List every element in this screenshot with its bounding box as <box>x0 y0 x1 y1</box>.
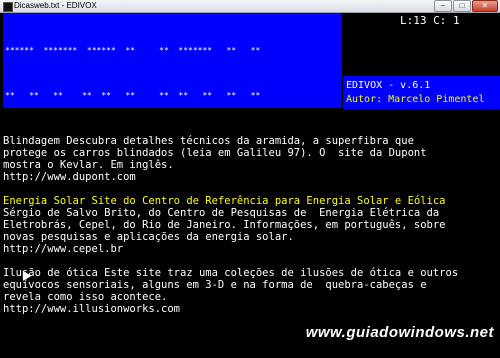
document-text-area[interactable]: Blindagem Descubra detalhes técnicos da … <box>3 135 497 327</box>
minimize-button[interactable]: – <box>434 0 452 12</box>
highlighted-heading-line: Energia Solar Site do Centro de Referênc… <box>3 195 446 207</box>
link-line: http://www.cepel.br <box>3 243 124 255</box>
link-line: http://www.illusionworks.com <box>3 303 181 315</box>
text-line: Blindagem Descubra detalhes técnicos da … <box>3 135 414 147</box>
paragraph-energia-solar: Energia Solar Site do Centro de Referênc… <box>3 195 497 255</box>
text-line: Sérgio de Salvo Brito, do Centro de Pesq… <box>3 207 440 219</box>
text-line: revela como isso acontece. <box>3 291 168 303</box>
paragraph-blindagem: Blindagem Descubra detalhes técnicos da … <box>3 135 497 183</box>
maximize-button[interactable]: □ <box>453 0 471 12</box>
version-label: EDIVOX - v.6.1 <box>346 80 431 91</box>
text-line: mostra o Kevlar. Em inglês. <box>3 159 174 171</box>
text-line: Ilusão de ótica Este site traz uma coleç… <box>3 267 459 279</box>
text-line: protege os carros blindados (leia em Gal… <box>3 147 427 159</box>
app-icon <box>3 2 13 12</box>
cursor-position-status: L:13 C: 1 <box>400 14 460 27</box>
title-bar[interactable]: Dicasweb.txt - EDIVOX – □ ✕ <box>0 0 500 13</box>
site-watermark: www.guiadowindows.net <box>305 324 494 341</box>
program-info-box: EDIVOX - v.6.1 Autor: Marcelo Pimentel <box>343 76 500 109</box>
paragraph-ilusao-de-otica: Ilusão de ótica Este site traz uma coleç… <box>3 267 497 315</box>
author-label: Autor: Marcelo Pimentel <box>346 94 485 105</box>
text-line: novas pesquisas e aplicações da energia … <box>3 231 294 243</box>
banner-line: ** ** ** ** ** ** ** ** ** ** ** <box>5 91 261 100</box>
ascii-logo-banner: ****** ******* ****** ** ** ******* ** *… <box>3 13 342 108</box>
window-controls: – □ ✕ <box>433 0 498 12</box>
text-line: equívocos sensoriais, alguns em 3-D e na… <box>3 279 427 291</box>
text-line: Eletrobrás, Cepel, do Rio de Janeiro. In… <box>3 219 446 231</box>
close-button[interactable]: ✕ <box>472 0 498 12</box>
banner-line: ****** ******* ****** ** ** ******* ** *… <box>5 46 261 55</box>
link-line: http://www.dupont.com <box>3 171 136 183</box>
window-title: Dicasweb.txt - EDIVOX <box>14 1 97 10</box>
